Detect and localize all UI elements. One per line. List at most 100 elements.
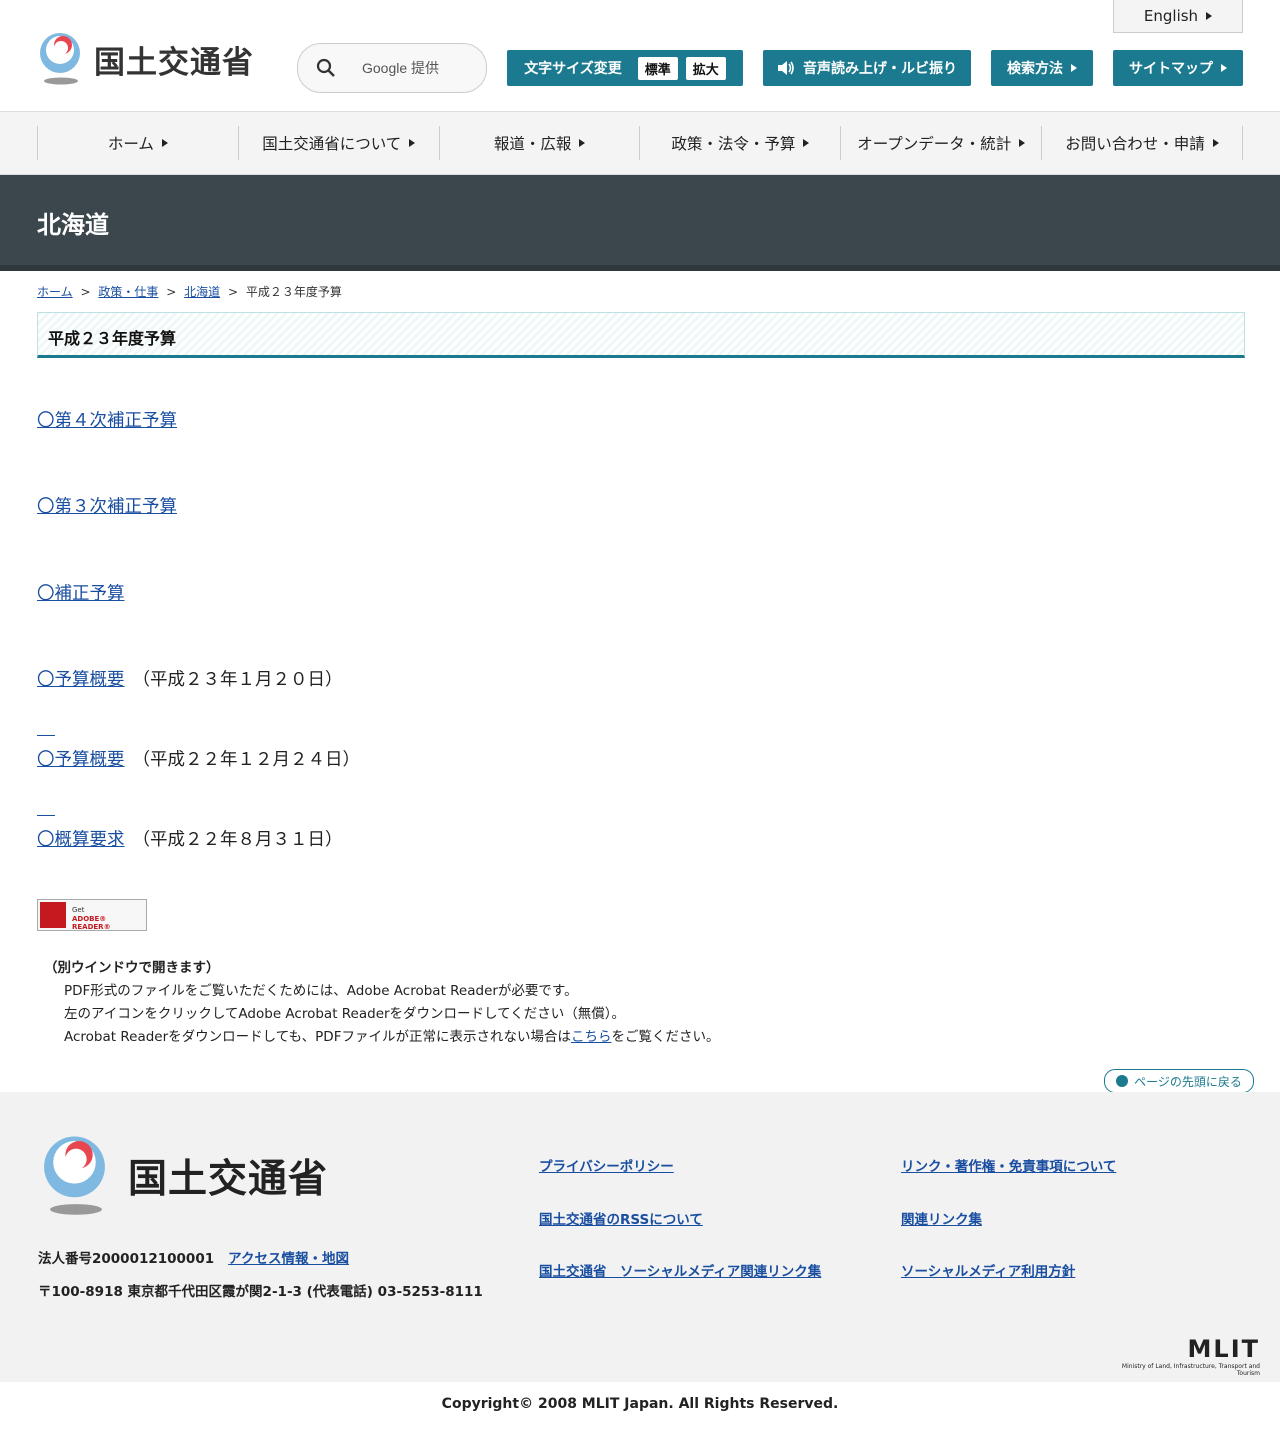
pdf-note-text: Acrobat Readerをダウンロードしても、PDFファイルが正常に表示され… xyxy=(64,1029,571,1045)
entry-note: （平成２３年１月２０日） xyxy=(132,670,343,690)
breadcrumb: ホーム > 政策・仕事 > 北海道 > 平成２３年度予算 xyxy=(37,283,342,300)
link-dash xyxy=(37,815,55,816)
breadcrumb-hokkaido[interactable]: 北海道 xyxy=(184,285,220,299)
page-title: 平成２３年度予算 xyxy=(48,329,177,348)
triangle-right-icon xyxy=(1212,139,1219,147)
pdf-note-line: Acrobat Readerをダウンロードしても、PDFファイルが正常に表示され… xyxy=(44,1026,719,1049)
nav-item-contact[interactable]: お問い合わせ・申請 xyxy=(1041,126,1243,160)
access-link[interactable]: アクセス情報・地図 xyxy=(228,1251,349,1267)
privacy-policy-link[interactable]: プライバシーポリシー xyxy=(539,1155,674,1175)
related-links-link[interactable]: 関連リンク集 xyxy=(901,1208,982,1228)
pdf-note: （別ウインドウで開きます） PDF形式のファイルをご覧いただくためには、Adob… xyxy=(44,957,719,1049)
back-to-top-button[interactable]: ページの先頭に戻る xyxy=(1104,1069,1254,1093)
budget-link[interactable]: 〇第４次補正予算 xyxy=(37,411,177,431)
search-icon[interactable] xyxy=(316,58,336,78)
font-size-label: 文字サイズ変更 xyxy=(524,61,622,77)
global-nav: ホーム 国土交通省について 報道・広報 政策・法令・予算 オープンデータ・統計 … xyxy=(0,112,1280,175)
footer-logo[interactable]: 国土交通省 xyxy=(38,1134,328,1218)
mlit-wordmark: MLIT Ministry of Land, Infrastructure, T… xyxy=(1100,1335,1260,1377)
page-heading-box: 平成２３年度予算 xyxy=(37,312,1245,358)
mlit-logo[interactable]: 国土交通省 xyxy=(36,33,254,85)
corporate-number: 法人番号2000012100001 アクセス情報・地図 xyxy=(38,1247,349,1267)
triangle-right-icon xyxy=(1071,64,1077,72)
link-dash xyxy=(37,735,55,736)
budget-link[interactable]: 〇予算概要 xyxy=(37,750,125,770)
copyright-link[interactable]: リンク・著作権・免責事項について xyxy=(901,1155,1116,1175)
pdf-help-link[interactable]: こちら xyxy=(571,1029,612,1045)
search-method-button[interactable]: 検索方法 xyxy=(991,50,1093,86)
back-to-top-label: ページの先頭に戻る xyxy=(1134,1074,1242,1089)
site-search xyxy=(297,43,487,93)
list-item: 〇予算概要 （平成２３年１月２０日） xyxy=(37,666,343,691)
read-aloud-label: 音声読み上げ・ルビ振り xyxy=(803,61,957,77)
social-links-link[interactable]: 国土交通省 ソーシャルメディア関連リンク集 xyxy=(539,1260,821,1280)
adobe-pdf-icon xyxy=(40,902,66,928)
list-item: 〇予算概要 （平成２２年１２月２４日） xyxy=(37,746,360,771)
budget-link[interactable]: 〇第３次補正予算 xyxy=(37,497,177,517)
rss-link[interactable]: 国土交通省のRSSについて xyxy=(539,1208,703,1228)
arrow-up-icon xyxy=(1116,1075,1129,1087)
sitemap-label: サイトマップ xyxy=(1129,61,1213,77)
nav-label: お問い合わせ・申請 xyxy=(1065,135,1205,153)
banner-title: 北海道 xyxy=(37,211,109,239)
nav-item-press[interactable]: 報道・広報 xyxy=(438,126,640,160)
triangle-right-icon xyxy=(1221,64,1227,72)
mlit-wordmark-text: MLIT xyxy=(1187,1335,1260,1363)
footer-logo-text: 国土交通省 xyxy=(128,1157,329,1202)
breadcrumb-home[interactable]: ホーム xyxy=(37,285,73,299)
breadcrumb-policy[interactable]: 政策・仕事 xyxy=(98,285,158,299)
logo-emblem-icon xyxy=(44,1136,105,1215)
triangle-right-icon xyxy=(579,139,586,147)
page-banner: 北海道 xyxy=(0,175,1280,271)
nav-label: 報道・広報 xyxy=(493,135,572,153)
breadcrumb-separator: > xyxy=(80,285,91,299)
font-size-large-button[interactable]: 拡大 xyxy=(685,56,726,80)
triangle-right-icon xyxy=(1206,12,1213,20)
site-footer: 国土交通省 法人番号2000012100001 アクセス情報・地図 〒100-89… xyxy=(0,1092,1280,1382)
english-button[interactable]: English xyxy=(1113,0,1243,33)
nav-item-opendata[interactable]: オープンデータ・統計 xyxy=(840,126,1041,160)
read-aloud-button[interactable]: 音声読み上げ・ルビ振り xyxy=(763,50,971,86)
get-adobe-reader-button[interactable]: Get ADOBE® READER® xyxy=(37,899,147,931)
triangle-right-icon xyxy=(1019,139,1026,147)
budget-link[interactable]: 〇補正予算 xyxy=(37,584,125,604)
triangle-right-icon xyxy=(409,139,416,147)
pdf-note-title: （別ウインドウで開きます） xyxy=(44,960,220,976)
list-item: 〇概算要求 （平成２２年８月３１日） xyxy=(37,826,343,851)
adobe-reader-label: ADOBE® READER® xyxy=(72,915,111,931)
address: 〒100-8918 東京都千代田区霞が関2-1-3 (代表電話) 03-5253… xyxy=(38,1284,483,1300)
budget-link[interactable]: 〇予算概要 xyxy=(37,670,125,690)
site-header: 国土交通省 English 文字サイズ変更 標準 拡大 音声読み上げ・ルビ振り … xyxy=(0,0,1280,112)
nav-label: 国土交通省について xyxy=(262,135,402,153)
list-item: 〇第３次補正予算 xyxy=(37,493,177,518)
pdf-note-line: PDF形式のファイルをご覧いただくためには、Adobe Acrobat Read… xyxy=(64,983,578,999)
entry-note: （平成２２年１２月２４日） xyxy=(132,750,361,770)
breadcrumb-current: 平成２３年度予算 xyxy=(245,285,342,299)
pdf-note-line: 左のアイコンをクリックしてAdobe Acrobat Readerをダウンロード… xyxy=(64,1006,625,1022)
search-input[interactable] xyxy=(360,59,484,77)
logo-text: 国土交通省 xyxy=(94,44,254,81)
breadcrumb-separator: > xyxy=(227,285,238,299)
nav-item-about[interactable]: 国土交通省について xyxy=(237,126,439,160)
font-size-control: 文字サイズ変更 標準 拡大 xyxy=(507,50,743,86)
speaker-icon xyxy=(778,61,794,75)
adobe-get-label: Get xyxy=(72,906,85,914)
corp-number-text: 法人番号2000012100001 xyxy=(38,1251,215,1267)
font-size-standard-button[interactable]: 標準 xyxy=(637,56,678,80)
breadcrumb-separator: > xyxy=(166,285,177,299)
nav-label: 政策・法令・予算 xyxy=(671,135,796,153)
english-label: English xyxy=(1143,7,1199,25)
nav-item-home[interactable]: ホーム xyxy=(37,126,238,160)
nav-item-policy[interactable]: 政策・法令・予算 xyxy=(639,126,840,160)
sitemap-button[interactable]: サイトマップ xyxy=(1113,50,1243,86)
pdf-note-text: をご覧ください。 xyxy=(611,1029,720,1045)
budget-link[interactable]: 〇概算要求 xyxy=(37,830,125,850)
nav-label: オープンデータ・統計 xyxy=(857,135,1012,153)
copyright: Copyright© 2008 MLIT Japan. All Rights R… xyxy=(441,1396,839,1412)
nav-label: ホーム xyxy=(107,135,154,153)
triangle-right-icon xyxy=(161,139,168,147)
logo-emblem-icon xyxy=(40,33,80,85)
triangle-right-icon xyxy=(803,139,810,147)
list-item: 〇補正予算 xyxy=(37,580,125,605)
social-policy-link[interactable]: ソーシャルメディア利用方針 xyxy=(901,1260,1075,1280)
